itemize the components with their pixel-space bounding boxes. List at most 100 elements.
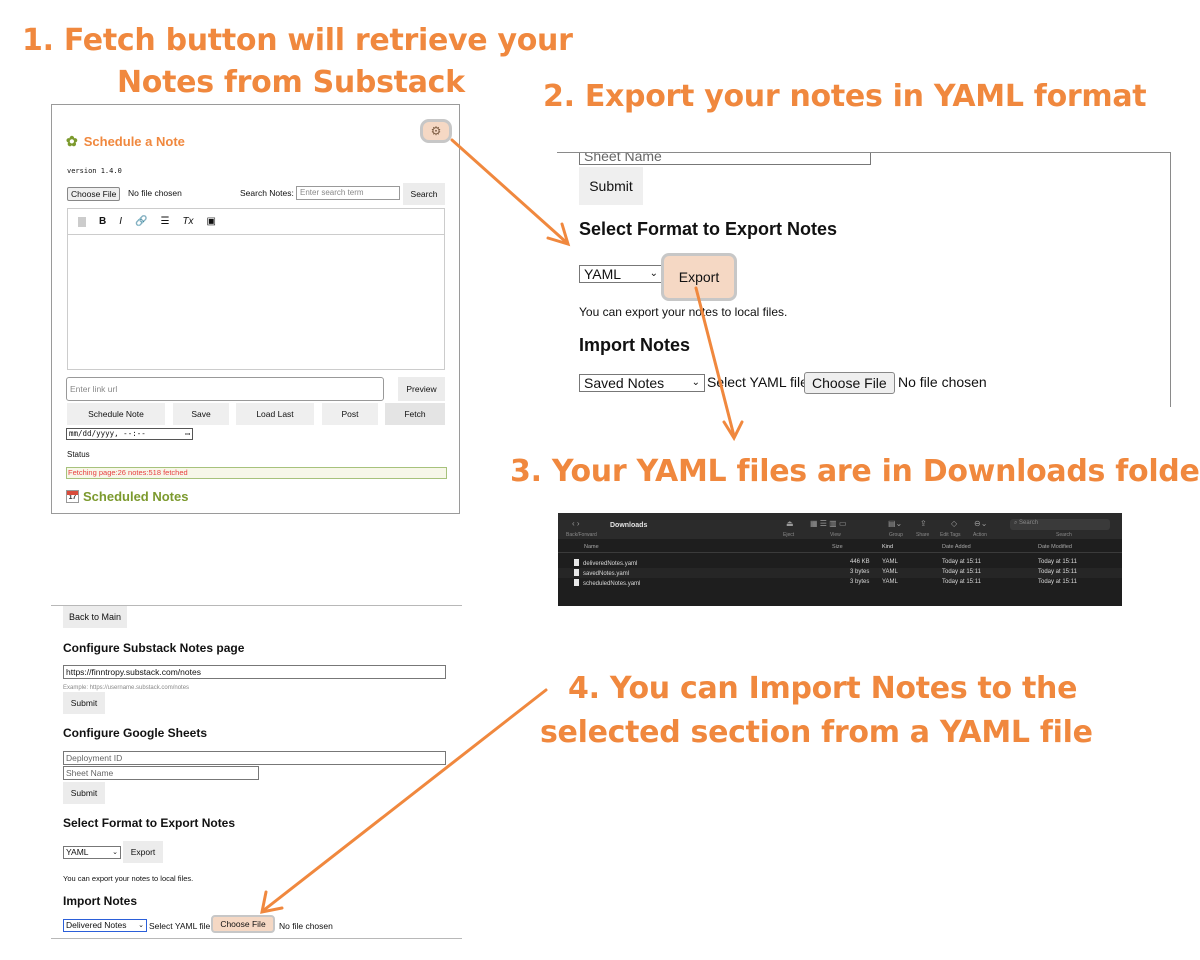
preview-button[interactable]: Preview (398, 377, 445, 401)
deployment-id-input[interactable]: Deployment ID (63, 751, 446, 765)
file-size: 3 bytes (850, 579, 870, 585)
load-last-button[interactable]: Load Last (236, 403, 314, 425)
share-icon[interactable]: ⇪ (920, 519, 927, 528)
col-name[interactable]: Name (584, 544, 599, 550)
search-button[interactable]: Search (403, 183, 445, 205)
view-label: View (830, 532, 841, 538)
step4-heading-line1: 4. You can Import Notes to the (568, 671, 1078, 706)
export-heading: Select Format to Export Notes (579, 219, 838, 239)
file-kind: YAML (882, 579, 898, 585)
substack-submit-button[interactable]: Submit (63, 692, 105, 714)
file-kind: YAML (882, 559, 898, 565)
eject-label: Eject (783, 532, 795, 538)
submit-button[interactable]: Submit (579, 167, 643, 205)
col-size[interactable]: Size (832, 544, 843, 550)
calendar-icon: 17 (66, 490, 79, 503)
choose-file-button[interactable]: Choose File (67, 187, 121, 201)
post-button[interactable]: Post (322, 403, 378, 425)
substack-url-example: Example: https://username.substack.com/n… (63, 685, 190, 691)
import-heading: Import Notes (63, 894, 138, 908)
substack-config-heading: Configure Substack Notes page (63, 641, 245, 655)
search-placeholder: Search (1019, 520, 1039, 526)
version-label: version 1.4.0 (67, 167, 122, 175)
no-file-label: No file chosen (279, 921, 333, 931)
step1-heading-line1: 1. Fetch button will retrieve your (22, 23, 573, 58)
tag-icon[interactable]: ◇ (951, 519, 957, 528)
finder-toolbar: ‹ › Back/Forward Downloads ⏏ Eject ▦ ☰ ▥… (558, 513, 1122, 539)
italic-icon[interactable]: I (119, 216, 122, 227)
step3-heading: 3. Your YAML files are in Downloads fold… (510, 454, 1200, 489)
finder-column-header: Name Size Kind Date Added Date Modified (558, 541, 1122, 553)
back-to-main-button[interactable]: Back to Main (63, 606, 127, 628)
export-button[interactable]: Export (661, 253, 737, 301)
schedule-date-input[interactable]: mm/dd/yyyy, --:-- ▭ (66, 428, 193, 440)
fetch-button[interactable]: Fetch (385, 403, 445, 425)
back-forward-icon[interactable]: ‹ › (572, 519, 580, 528)
finder-search-input[interactable]: ⌕ Search (1010, 519, 1110, 530)
file-date-added: Today at 15:11 (942, 569, 981, 575)
export-format-select[interactable]: YAML ⌄ (63, 846, 121, 859)
scheduled-notes-text: Scheduled Notes (83, 489, 189, 504)
import-section-value: Delivered Notes (66, 920, 127, 930)
import-section-select[interactable]: Delivered Notes ⌄ (63, 919, 147, 932)
search-icon: ⌕ (1014, 520, 1018, 526)
action-icon[interactable]: ⊖⌄ (974, 519, 987, 528)
calendar-picker-icon[interactable]: ▭ (185, 429, 190, 439)
leaf-icon: ✿ (66, 133, 78, 149)
date-placeholder: mm/dd/yyyy, --:-- (69, 429, 146, 438)
file-date-modified: Today at 15:11 (1038, 569, 1077, 575)
export-format-select[interactable]: YAML ⌄ (579, 265, 663, 283)
link-icon[interactable]: 🔗 (135, 216, 147, 227)
search-label: Search (1056, 532, 1072, 538)
scheduled-notes-title: 17 Scheduled Notes (66, 489, 188, 504)
sheets-submit-button[interactable]: Submit (63, 782, 105, 804)
file-row[interactable]: scheduledNotes.yaml 3 bytes YAML Today a… (558, 578, 1122, 588)
choose-file-button[interactable]: Choose File (804, 372, 895, 394)
search-label: Search Notes: (240, 188, 294, 198)
schedule-note-button[interactable]: Schedule Note (67, 403, 165, 425)
yaml-file-icon (574, 559, 579, 566)
trash-icon[interactable] (78, 216, 86, 227)
settings-gear-icon[interactable]: ⚙ (420, 119, 452, 143)
editor-toolbar: B I 🔗 ☰ Tx ▣ (67, 208, 445, 234)
select-yaml-label: Select YAML file (149, 921, 211, 931)
finder-downloads-window: ‹ › Back/Forward Downloads ⏏ Eject ▦ ☰ ▥… (558, 513, 1122, 606)
export-button[interactable]: Export (123, 841, 163, 863)
col-date-added[interactable]: Date Added (942, 544, 971, 550)
file-date-modified: Today at 15:11 (1038, 579, 1077, 585)
view-icons[interactable]: ▦ ☰ ▥ ▭ (810, 519, 847, 528)
chevron-down-icon: ⌄ (649, 268, 658, 279)
bold-icon[interactable]: B (99, 216, 106, 227)
status-label: Status (67, 450, 90, 459)
col-date-modified[interactable]: Date Modified (1038, 544, 1072, 550)
file-row[interactable]: savedNotes.yaml 3 bytes YAML Today at 15… (558, 568, 1122, 578)
note-editor[interactable] (67, 234, 445, 370)
no-file-label: No file chosen (898, 374, 987, 390)
chevron-down-icon: ⌄ (691, 377, 700, 388)
status-message: Fetching page:26 notes:518 fetched (66, 467, 447, 479)
chevron-down-icon: ⌄ (138, 922, 144, 929)
no-file-label: No file chosen (128, 188, 182, 198)
sheet-name-input[interactable]: Sheet Name (579, 153, 871, 165)
file-name: deliveredNotes.yaml (574, 559, 637, 567)
save-button[interactable]: Save (173, 403, 229, 425)
file-kind: YAML (882, 569, 898, 575)
eject-icon[interactable]: ⏏ (786, 519, 794, 528)
image-icon[interactable]: ▣ (207, 216, 216, 227)
group-icon[interactable]: ▤⌄ (888, 519, 902, 528)
search-input[interactable]: Enter search term (296, 186, 400, 200)
import-section-select[interactable]: Saved Notes ⌄ (579, 374, 705, 392)
link-url-input[interactable]: Enter link url (66, 377, 384, 401)
file-row[interactable]: deliveredNotes.yaml 446 KB YAML Today at… (558, 558, 1122, 568)
list-icon[interactable]: ☰ (160, 216, 169, 227)
file-date-modified: Today at 15:11 (1038, 559, 1077, 565)
clear-format-icon[interactable]: Tx (182, 216, 193, 227)
choose-file-button[interactable]: Choose File (211, 915, 275, 933)
substack-url-input[interactable]: https://finntropy.substack.com/notes (63, 665, 446, 679)
export-heading: Select Format to Export Notes (63, 816, 236, 830)
yaml-file-icon (574, 579, 579, 586)
schedule-note-panel: ✿ Schedule a Note ⚙ version 1.4.0 Choose… (51, 104, 460, 514)
sheet-name-input[interactable]: Sheet Name (63, 766, 259, 780)
col-kind[interactable]: Kind (882, 544, 893, 550)
format-value: YAML (66, 847, 89, 857)
